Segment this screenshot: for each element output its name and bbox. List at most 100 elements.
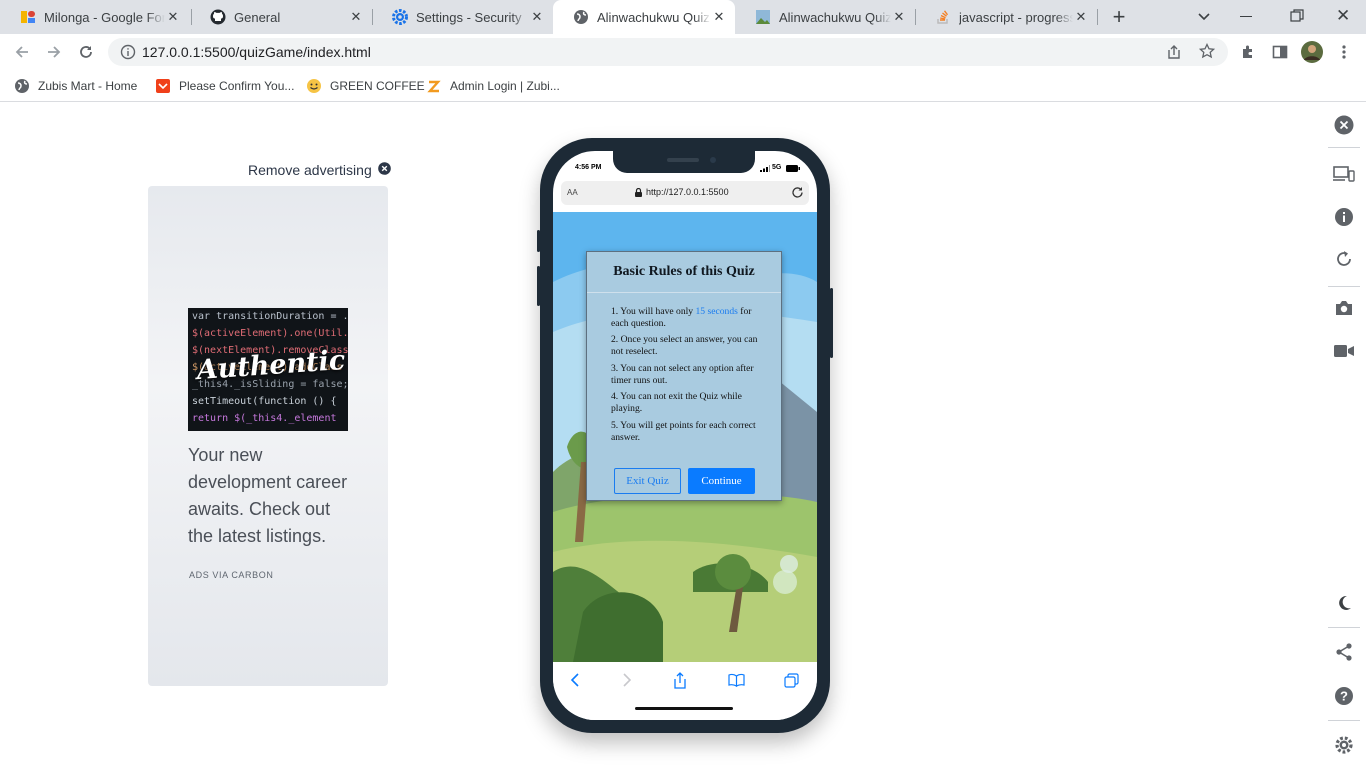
tabs-icon[interactable] [779,670,803,690]
reload-icon[interactable] [791,186,804,201]
bookmark-label: Admin Login | Zubi... [450,79,560,93]
extensions-icon[interactable] [1234,38,1262,66]
forward-arrow-icon[interactable] [40,38,68,66]
tab-quiz-app-active[interactable]: Alinwachukwu Quiz App ✕ [553,0,735,34]
gear-icon [392,9,408,25]
back-arrow-icon[interactable] [8,38,36,66]
close-circle-icon[interactable] [377,162,391,178]
phone-notch [613,151,755,173]
info-icon[interactable] [1332,205,1356,229]
tab-settings-security[interactable]: Settings - Security ✕ [372,0,553,34]
svg-text:?: ? [1340,689,1348,704]
close-icon[interactable]: ✕ [891,9,907,25]
rotate-icon[interactable] [1332,247,1356,271]
ad-text[interactable]: Your new development career awaits. Chec… [188,442,358,550]
home-indicator [635,707,733,710]
code-line: $(activeElement).one(Util.TR [192,328,348,339]
dark-mode-icon[interactable] [1332,591,1356,615]
tab-title: General [234,9,281,25]
page-content: Remove advertising var transitionDuratio… [0,103,1366,768]
quiz-rules-modal: Basic Rules of this Quiz 1. You will hav… [586,251,782,501]
video-icon[interactable] [1332,339,1356,363]
code-line: return $(_this4._element [192,413,337,424]
close-icon[interactable]: ✕ [348,9,364,25]
bookmark-admin-login[interactable]: Admin Login | Zubi... [426,76,560,96]
rules-list: 1. You will have only 15 seconds for eac… [611,306,761,448]
share-nodes-icon[interactable] [1332,640,1356,664]
globe-icon [573,9,589,25]
tab-github-general[interactable]: General ✕ [190,0,372,34]
globe-icon [14,78,30,94]
code-line: setTimeout(function () { [192,396,337,407]
bookmark-green-coffee[interactable]: GREEN COFFEE [306,76,425,96]
network-label: 5G [772,164,782,171]
star-icon[interactable] [1198,42,1216,64]
exit-quiz-button[interactable]: Exit Quiz [614,468,681,494]
remove-advertising-link[interactable]: Remove advertising [248,162,391,178]
tab-stackoverflow[interactable]: javascript - progress bar ✕ [915,0,1097,34]
close-icon[interactable]: ✕ [711,9,727,25]
bookmarks-icon[interactable] [724,670,748,690]
zap-icon [426,78,442,94]
phone-screen: 4:56 PM 5G AA http://127.0.0.1:5500 Basi… [553,151,817,720]
rule-highlight: 15 seconds [695,306,738,317]
tab-title: Alinwachukwu Quiz App [597,9,711,25]
stackoverflow-icon [935,9,951,25]
mobile-address-bar[interactable]: AA http://127.0.0.1:5500 [561,181,809,205]
share-icon[interactable] [1166,44,1182,65]
close-circle-icon[interactable] [1332,113,1356,137]
share-icon[interactable] [668,670,692,690]
rule-item: 3. You can not select any option after t… [611,362,754,386]
help-icon[interactable]: ? [1332,684,1356,708]
reload-icon[interactable] [72,38,100,66]
rule-item: 2. Once you select an answer, you can no… [611,334,758,358]
mail-icon [155,78,171,94]
settings-gear-icon[interactable] [1332,733,1356,757]
tab-search-icon[interactable] [1194,7,1214,27]
ad-image[interactable]: var transitionDuration = ... $(activeEle… [188,308,348,431]
tab-title: Settings - Security [416,9,522,25]
bookmark-zubis-mart[interactable]: Zubis Mart - Home [14,76,137,96]
close-icon[interactable]: ✕ [1073,9,1089,25]
new-tab-button[interactable]: + [1108,4,1130,29]
avatar[interactable] [1298,38,1326,66]
bookmark-label: Zubis Mart - Home [38,79,138,93]
bookmark-please-confirm[interactable]: Please Confirm You... [155,76,294,96]
smiley-icon [306,78,322,94]
mobile-url-text: http://127.0.0.1:5500 [646,187,729,197]
responsive-devices-icon[interactable] [1332,162,1356,186]
tab-strip: Milonga - Google Fonts ✕ General ✕ Setti… [0,0,1366,34]
signal-icon [760,165,770,174]
bookmark-label: GREEN COFFEE [330,79,425,93]
menu-kebab-icon[interactable] [1330,38,1358,66]
restore-icon[interactable] [1290,9,1304,23]
back-chevron-icon[interactable] [563,670,587,690]
continue-button[interactable]: Continue [688,468,755,494]
phone-status-bar: 4:56 PM 5G [553,151,817,179]
tab-title: javascript - progress bar [959,9,1073,25]
address-bar[interactable]: 127.0.0.1:5500/quizGame/index.html [108,38,1228,66]
close-icon[interactable]: ✕ [529,9,545,25]
forward-chevron-icon[interactable] [615,670,639,690]
text-size-button[interactable]: AA [567,188,578,197]
bookmarks-bar: Zubis Mart - Home Please Confirm You... … [0,70,1366,102]
info-icon[interactable] [120,44,136,65]
tab-quiz-app[interactable]: Alinwachukwu Quiz App ✕ [735,0,915,34]
google-fonts-icon [20,9,36,25]
mobile-toolbar [553,662,817,720]
ads-via-carbon-link[interactable]: ADS VIA CARBON [189,570,273,580]
image-icon [755,9,771,25]
browser-toolbar: 127.0.0.1:5500/quizGame/index.html [0,34,1366,70]
minimize-icon[interactable] [1240,16,1252,17]
battery-icon [786,165,800,174]
url-text: 127.0.0.1:5500/quizGame/index.html [142,44,371,60]
rules-title: Basic Rules of this Quiz [613,264,755,279]
carbon-ad[interactable]: var transitionDuration = ... $(activeEle… [148,186,388,686]
sidepanel-icon[interactable] [1266,38,1294,66]
camera-icon[interactable] [1332,296,1356,320]
window-close-icon[interactable]: ✕ [1336,6,1352,26]
bookmark-label: Please Confirm You... [179,79,295,93]
close-icon[interactable]: ✕ [165,9,181,25]
github-icon [210,9,226,25]
tab-google-fonts[interactable]: Milonga - Google Fonts ✕ [0,0,189,34]
